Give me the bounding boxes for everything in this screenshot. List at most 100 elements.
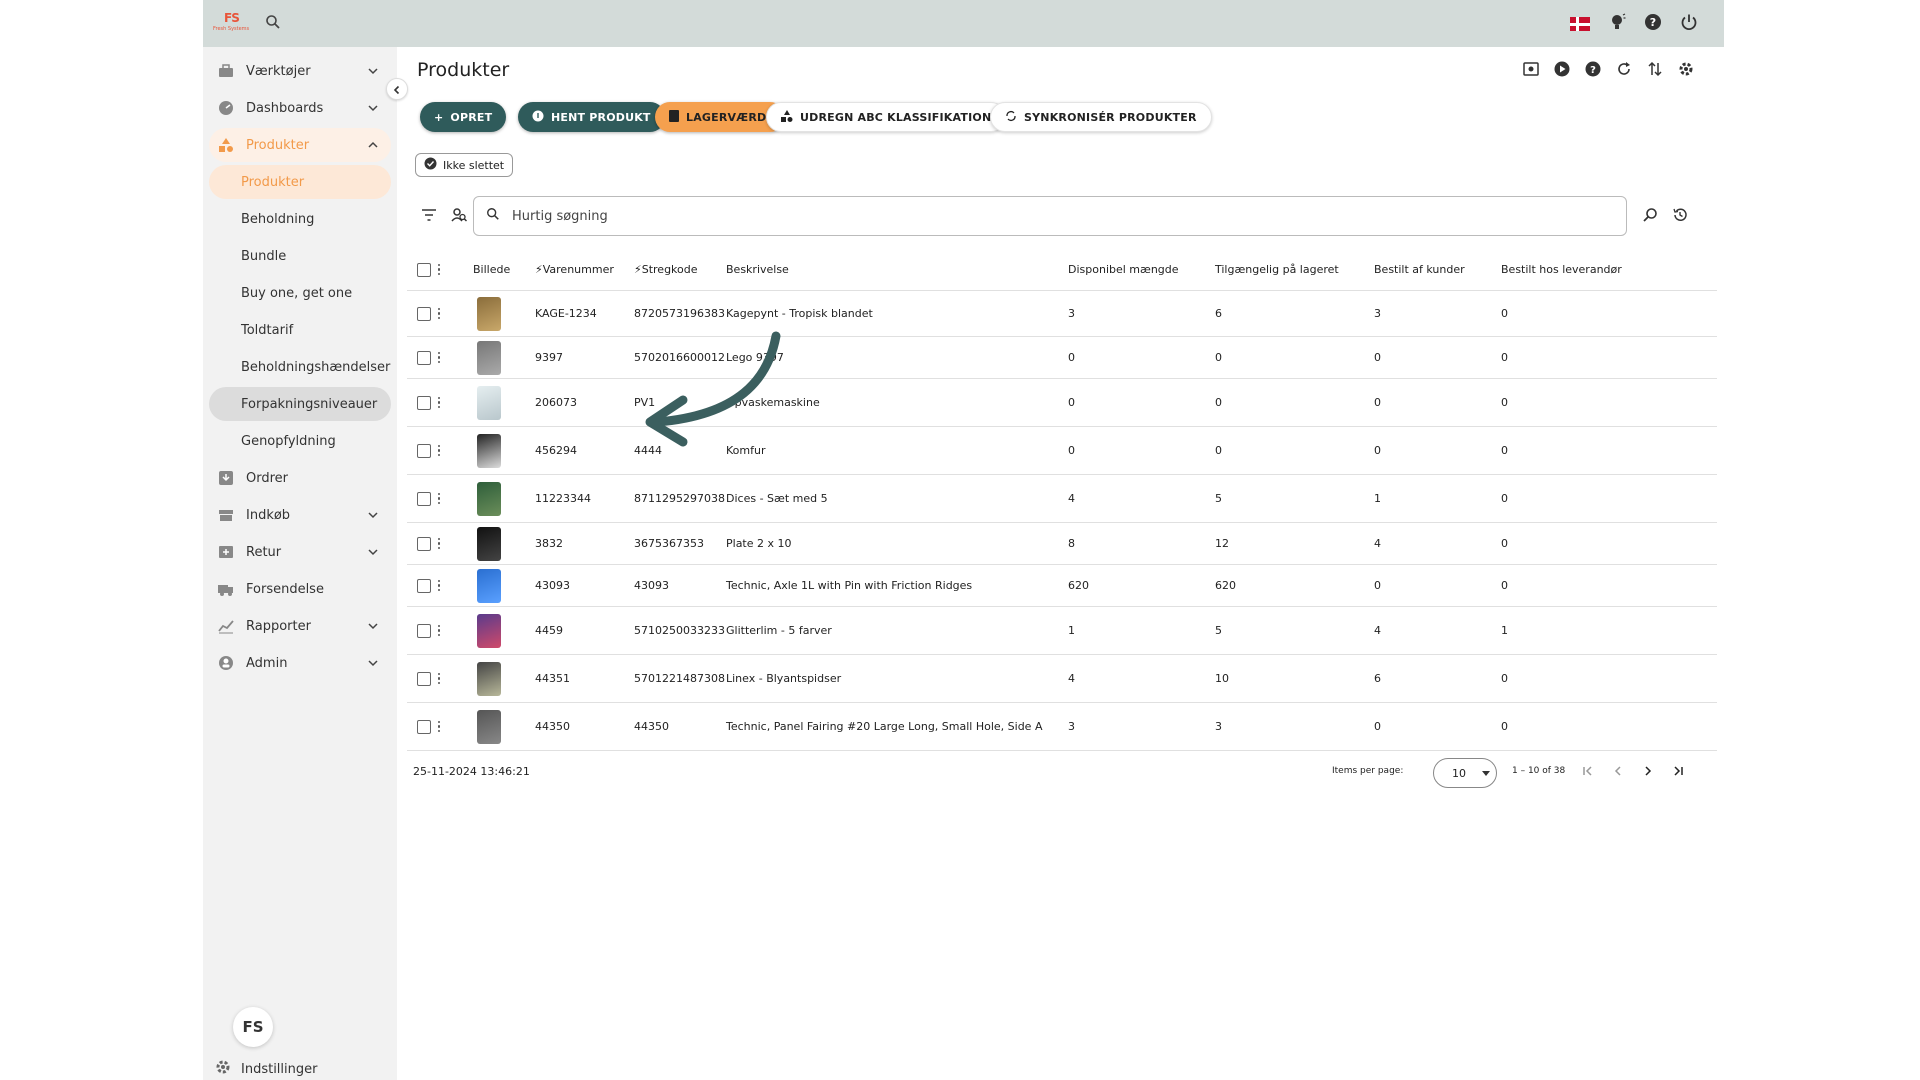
sidebar-subitem-produkter[interactable]: Produkter bbox=[209, 165, 391, 199]
header-menu-icon[interactable] bbox=[437, 249, 441, 290]
lightbulb-icon[interactable] bbox=[1608, 13, 1626, 35]
table-row[interactable]: 206073 PV1 Opvaskemaskine 0 0 0 0 bbox=[407, 379, 1717, 427]
last-page-icon[interactable] bbox=[1672, 765, 1684, 780]
row-menu-icon[interactable] bbox=[437, 291, 441, 336]
header-ordered-customers[interactable]: Bestilt af kunder bbox=[1374, 249, 1465, 290]
sidebar-subitem-toldtarif[interactable]: Toldtarif bbox=[209, 313, 391, 347]
row-checkbox[interactable] bbox=[417, 475, 431, 522]
opret-button[interactable]: + OPRET bbox=[420, 102, 507, 132]
sidebar-subitem-forpakningsniveauer[interactable]: Forpakningsniveauer bbox=[209, 387, 391, 421]
synkroniser-button[interactable]: SYNKRONISÉR PRODUKTER bbox=[990, 102, 1212, 132]
select-all-checkbox[interactable] bbox=[417, 249, 431, 290]
row-menu-icon[interactable] bbox=[437, 379, 441, 426]
product-thumbnail[interactable] bbox=[477, 291, 501, 336]
filter-chip-ikke-slettet[interactable]: Ikke slettet bbox=[415, 153, 514, 177]
table-row[interactable]: 44350 44350 Technic, Panel Fairing #20 Lar… bbox=[407, 703, 1717, 751]
refresh-icon[interactable] bbox=[1616, 61, 1632, 81]
cell-sku: 3832 bbox=[535, 537, 563, 550]
search-execute-icon[interactable] bbox=[1642, 207, 1658, 227]
table-row[interactable]: KAGE-1234 8720573196383 Kagepynt - Tropisk… bbox=[407, 291, 1717, 337]
table-row[interactable]: 11223344 8711295297038 Dices - Sæt med 5 4 5… bbox=[407, 475, 1717, 523]
power-icon[interactable] bbox=[1680, 13, 1698, 35]
row-menu-icon[interactable] bbox=[437, 703, 441, 750]
row-menu-icon[interactable] bbox=[437, 337, 441, 378]
inbox-icon bbox=[218, 470, 234, 486]
previous-page-icon[interactable] bbox=[1612, 765, 1624, 780]
sidebar-item-produkter[interactable]: Produkter bbox=[209, 128, 391, 162]
row-menu-icon[interactable] bbox=[437, 655, 441, 702]
sidebar-item-forsendelse[interactable]: Forsendelse bbox=[209, 572, 391, 606]
product-thumbnail[interactable] bbox=[477, 565, 501, 606]
danish-flag-icon[interactable] bbox=[1570, 17, 1590, 31]
product-thumbnail[interactable] bbox=[477, 703, 501, 750]
row-checkbox[interactable] bbox=[417, 607, 431, 654]
sidebar-collapse-button[interactable] bbox=[386, 78, 408, 100]
table-row[interactable]: 4459 5710250033233 Glitterlim - 5 farver 1 5… bbox=[407, 607, 1717, 655]
table-row[interactable]: 43093 43093 Technic, Axle 1L with Pin with… bbox=[407, 565, 1717, 607]
row-checkbox[interactable] bbox=[417, 703, 431, 750]
header-available[interactable]: Disponibel mængde bbox=[1068, 249, 1179, 290]
row-checkbox[interactable] bbox=[417, 427, 431, 474]
row-checkbox[interactable] bbox=[417, 565, 431, 606]
help-circle-icon[interactable]: ? bbox=[1585, 61, 1601, 81]
row-menu-icon[interactable] bbox=[437, 523, 441, 564]
person-search-icon[interactable] bbox=[451, 207, 468, 227]
row-checkbox[interactable] bbox=[417, 655, 431, 702]
next-page-icon[interactable] bbox=[1642, 765, 1654, 780]
row-checkbox[interactable] bbox=[417, 523, 431, 564]
sidebar-item-dashboards[interactable]: Dashboards bbox=[209, 91, 391, 125]
sidebar-subitem-bundle[interactable]: Bundle bbox=[209, 239, 391, 273]
header-ordered-supplier[interactable]: Bestilt hos leverandør bbox=[1501, 249, 1622, 290]
header-sku[interactable]: ⚡ Varenummer bbox=[535, 249, 614, 290]
sidebar-subitem-buy-one-get-one[interactable]: Buy one, get one bbox=[209, 276, 391, 310]
header-description[interactable]: Beskrivelse bbox=[726, 249, 789, 290]
product-thumbnail[interactable] bbox=[477, 379, 501, 426]
udregn-abc-button[interactable]: UDREGN ABC KLASSIFIKATION bbox=[766, 102, 1007, 132]
product-thumbnail[interactable] bbox=[477, 475, 501, 522]
header-barcode[interactable]: ⚡ Stregkode bbox=[634, 249, 698, 290]
product-thumbnail[interactable] bbox=[477, 427, 501, 474]
gear-icon[interactable] bbox=[1678, 61, 1694, 81]
row-checkbox[interactable] bbox=[417, 379, 431, 426]
footer-logo[interactable]: FS bbox=[233, 1007, 273, 1047]
first-page-icon[interactable] bbox=[1582, 765, 1594, 780]
filter-icon[interactable] bbox=[421, 207, 437, 227]
screenshot-icon[interactable] bbox=[1523, 61, 1539, 81]
row-checkbox[interactable] bbox=[417, 337, 431, 378]
table-row[interactable]: 456294 4444 Komfur 0 0 0 0 bbox=[407, 427, 1717, 475]
product-thumbnail[interactable] bbox=[477, 337, 501, 378]
items-per-page-select[interactable]: 10 bbox=[1433, 758, 1497, 788]
search-icon[interactable] bbox=[265, 14, 281, 34]
chevron-down-icon bbox=[367, 65, 379, 81]
sidebar-item-indkoeb[interactable]: Indkøb bbox=[209, 498, 391, 532]
sidebar-item-retur[interactable]: Retur bbox=[209, 535, 391, 569]
row-checkbox[interactable] bbox=[417, 291, 431, 336]
settings-link[interactable]: Indstillinger bbox=[215, 1059, 317, 1079]
help-icon[interactable]: ? bbox=[1644, 13, 1662, 35]
product-thumbnail[interactable] bbox=[477, 607, 501, 654]
header-in-stock[interactable]: Tilgængelig på lageret bbox=[1215, 249, 1339, 290]
table-row[interactable]: 9397 5702016600012 Lego 9397 0 0 0 0 bbox=[407, 337, 1717, 379]
play-icon[interactable] bbox=[1554, 61, 1570, 81]
row-menu-icon[interactable] bbox=[437, 607, 441, 654]
chevron-down-icon bbox=[367, 620, 379, 636]
sidebar-subitem-beholdning[interactable]: Beholdning bbox=[209, 202, 391, 236]
row-menu-icon[interactable] bbox=[437, 565, 441, 606]
product-thumbnail[interactable] bbox=[477, 655, 501, 702]
quick-search-field[interactable]: Hurtig søgning bbox=[473, 196, 1627, 236]
sidebar-item-admin[interactable]: Admin bbox=[209, 646, 391, 680]
history-icon[interactable] bbox=[1672, 207, 1688, 227]
sidebar-subitem-beholdningshaendelser[interactable]: Beholdningshændelser bbox=[209, 350, 391, 384]
sidebar-item-ordrer[interactable]: Ordrer bbox=[209, 461, 391, 495]
table-row[interactable]: 44351 5701221487308 Linex - Blyantspidser 4… bbox=[407, 655, 1717, 703]
sidebar-subitem-genopfyldning[interactable]: Genopfyldning bbox=[209, 424, 391, 458]
hent-produkt-button[interactable]: HENT PRODUKT bbox=[518, 102, 665, 132]
sort-arrows-icon[interactable] bbox=[1647, 61, 1663, 81]
sidebar-item-rapporter[interactable]: Rapporter bbox=[209, 609, 391, 643]
product-thumbnail[interactable] bbox=[477, 523, 501, 564]
row-menu-icon[interactable] bbox=[437, 427, 441, 474]
sidebar-item-vaerktoejer[interactable]: Værktøjer bbox=[209, 54, 391, 88]
row-menu-icon[interactable] bbox=[437, 475, 441, 522]
app-logo[interactable]: FS Fresh Systems bbox=[213, 11, 255, 34]
table-row[interactable]: 3832 3675367353 Plate 2 x 10 8 12 4 0 bbox=[407, 523, 1717, 565]
